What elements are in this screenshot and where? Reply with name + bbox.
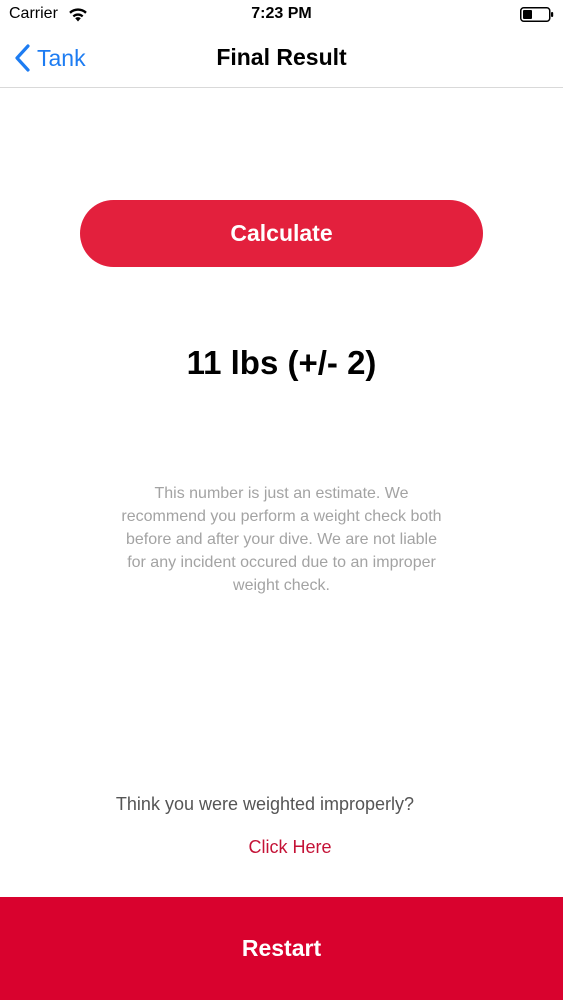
status-bar: Carrier 7:23 PM [0, 0, 563, 30]
page-title: Final Result [216, 44, 347, 70]
restart-button[interactable]: Restart [0, 897, 563, 1000]
disclaimer-text: This number is just an estimate. We reco… [121, 485, 442, 594]
weighted-improperly-prompt: Think you were weighted improperly? [115, 794, 415, 814]
click-here-link[interactable]: Click Here [0, 837, 563, 858]
calculate-button[interactable]: Calculate [80, 200, 483, 267]
status-time: 7:23 PM [251, 5, 312, 22]
battery-icon [520, 7, 554, 22]
weight-result: 11 lbs (+/- 2) [186, 344, 377, 381]
navigation-bar: Tank Final Result [0, 30, 563, 88]
final-result-screen: Carrier 7:23 PM Tank Final Result Calcul… [0, 0, 563, 1000]
